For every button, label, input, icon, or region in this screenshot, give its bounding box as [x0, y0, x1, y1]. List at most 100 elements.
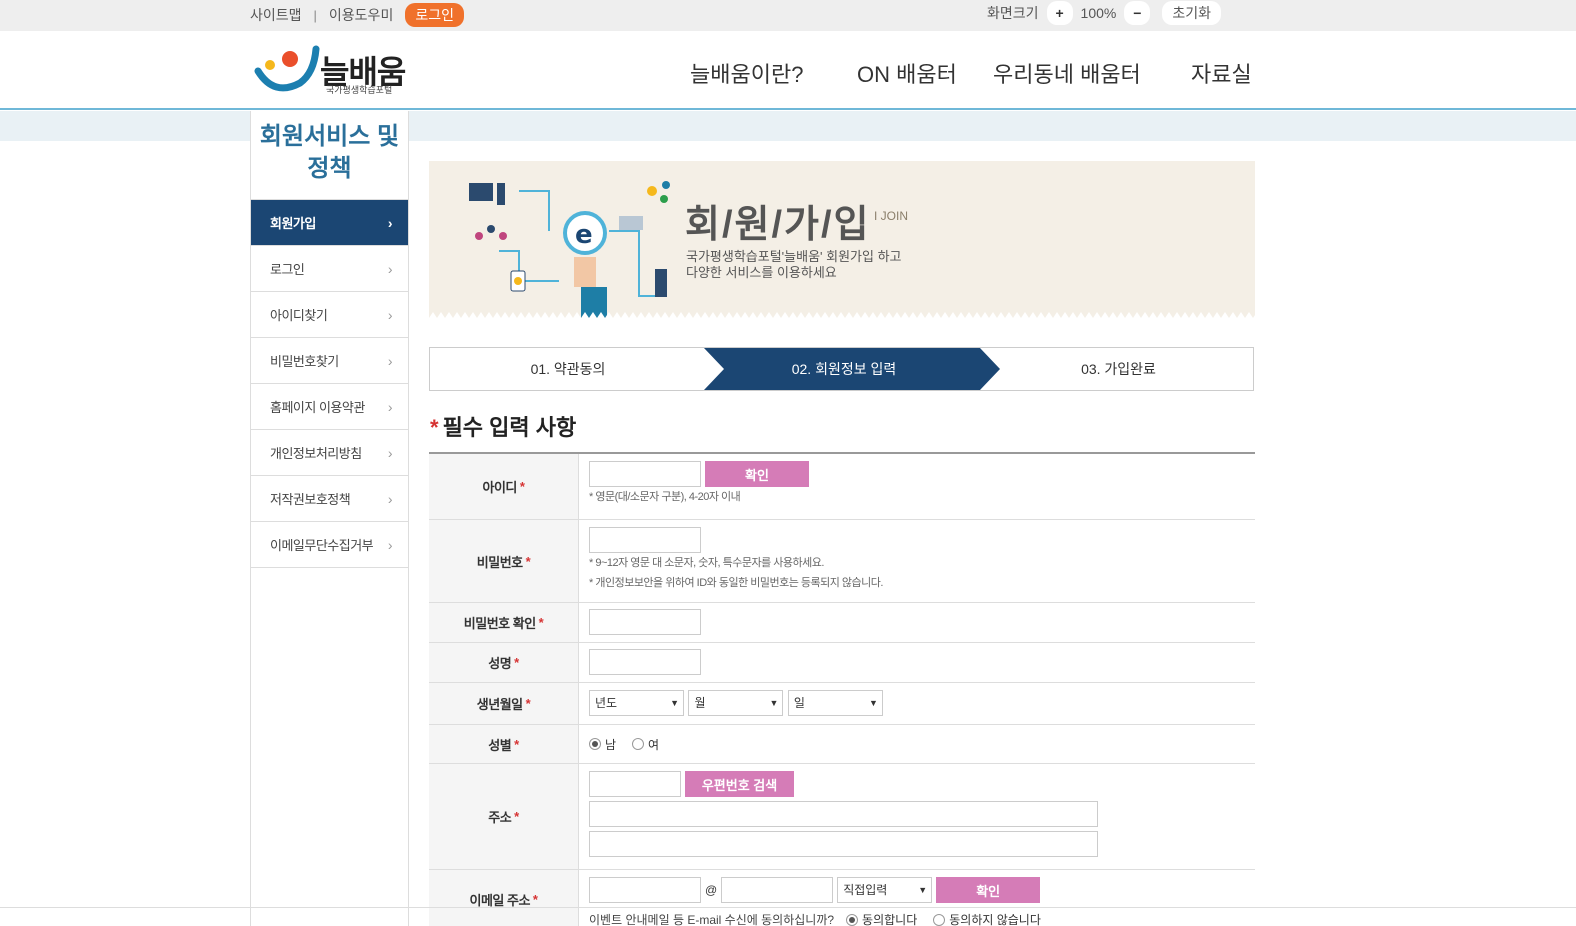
- radio-selected-icon: [846, 913, 859, 926]
- site-logo[interactable]: 늘배움 국가평생학습포털: [254, 43, 414, 99]
- nav-item-about[interactable]: 늘배움이란?: [690, 57, 803, 89]
- password-label: 비밀번호 *: [429, 520, 579, 602]
- zoom-reset-button[interactable]: 초기화: [1162, 1, 1221, 25]
- sitemap-link[interactable]: 사이트맵: [250, 5, 302, 25]
- id-input[interactable]: [589, 461, 701, 487]
- required-star: *: [430, 415, 439, 440]
- name-input[interactable]: [589, 649, 701, 675]
- email-consent-text: 이벤트 안내메일 등 E-mail 수신에 동의하십니까?: [589, 913, 835, 926]
- side-nav-item-label: 아이디찾기: [270, 308, 328, 323]
- password-hint-2: * 개인정보보안을 위하여 ID와 동일한 비밀번호는 등록되지 않습니다.: [589, 577, 883, 589]
- separator: |: [313, 7, 317, 23]
- password-confirm-label-text: 비밀번호 확인: [463, 616, 536, 631]
- dropdown-arrow-icon: ▼: [918, 885, 928, 895]
- side-nav-item-email-refusal[interactable]: 이메일무단수집거부 ›: [251, 522, 408, 568]
- required-mark: *: [519, 479, 525, 494]
- zoom-in-button[interactable]: +: [1046, 1, 1073, 25]
- birth-day-select[interactable]: 일 ▼: [787, 690, 883, 716]
- side-nav-item-label: 저작권보호정책: [270, 492, 351, 507]
- password-cell: * 9~12자 영문 대 소문자, 숫자, 특수문자를 사용하세요. * 개인정…: [579, 520, 1255, 602]
- side-nav-item-label: 로그인: [270, 262, 305, 277]
- email-check-button[interactable]: 확인: [936, 877, 1041, 903]
- chevron-right-icon: ›: [387, 490, 393, 507]
- row-birth: 생년월일 * 년도 ▼ 월 ▼ 일 ▼: [429, 683, 1255, 725]
- birth-year-select[interactable]: 년도 ▼: [589, 690, 684, 716]
- zipcode-search-button[interactable]: 우편번호 검색: [685, 771, 794, 797]
- birth-month-value: 월: [694, 696, 706, 710]
- side-nav-title-line2: 정책: [307, 155, 352, 182]
- banner-join-label: I JOIN: [874, 209, 909, 223]
- side-nav-item-find-id[interactable]: 아이디찾기 ›: [251, 292, 408, 338]
- birth-year-value: 년도: [595, 696, 618, 710]
- side-nav-item-label: 이메일무단수집거부: [270, 538, 374, 553]
- id-hint: * 영문(대/소문자 구분), 4-20자 이내: [589, 491, 741, 503]
- required-mark: *: [525, 553, 531, 569]
- section-title-text: 필수 입력 사항: [442, 415, 577, 440]
- zoom-out-button[interactable]: −: [1124, 1, 1151, 25]
- row-id: 아이디 * 확인 * 영문(대/소문자 구분), 4-20자 이내: [429, 454, 1255, 520]
- side-nav-item-label: 회원가입: [270, 216, 316, 231]
- email-label: 이메일 주소 *: [429, 870, 579, 926]
- gender-female-radio[interactable]: 여: [632, 736, 659, 753]
- name-label: 성명 *: [429, 643, 579, 682]
- nav-item-archive[interactable]: 자료실: [1191, 57, 1252, 89]
- side-nav-item-login[interactable]: 로그인 ›: [251, 246, 408, 292]
- signup-steps: 01. 약관동의 02. 회원정보 입력 03. 가입완료: [429, 347, 1254, 391]
- chevron-right-icon: ›: [387, 306, 393, 323]
- side-nav-title: 회원서비스 및 정책: [251, 111, 408, 199]
- utility-links: 사이트맵 | 이용도우미 로그인: [250, 3, 464, 27]
- email-domain-select[interactable]: 직접입력 ▼: [837, 877, 933, 903]
- nav-item-online[interactable]: ON 배움터: [857, 57, 957, 89]
- gender-label-text: 성별: [488, 737, 512, 753]
- side-nav-item-terms[interactable]: 홈페이지 이용약관 ›: [251, 384, 408, 430]
- address-line2-input[interactable]: [589, 831, 1098, 857]
- login-button[interactable]: 로그인: [405, 3, 464, 27]
- dropdown-arrow-icon: ▼: [670, 698, 679, 708]
- email-domain-select-value: 직접입력: [843, 883, 888, 897]
- zoom-label: 화면크기: [987, 5, 1039, 21]
- svg-text:e: e: [575, 220, 593, 250]
- password-input[interactable]: [589, 527, 701, 553]
- banner-description: 국가평생학습포털'늘배움' 회원가입 하고 다양한 서비스를 이용하세요: [686, 249, 902, 281]
- side-nav-title-line1: 회원서비스 및: [259, 123, 400, 150]
- id-label-text: 아이디: [482, 480, 518, 495]
- side-nav-item-privacy[interactable]: 개인정보처리방침 ›: [251, 430, 408, 476]
- row-email: 이메일 주소 * @ 직접입력 ▼ 확인 이벤트 안내메일 등 E-mail 수신에…: [429, 870, 1255, 926]
- required-mark: *: [514, 809, 519, 824]
- id-check-button[interactable]: 확인: [705, 461, 809, 487]
- password-hint-1: * 9~12자 영문 대 소문자, 숫자, 특수문자를 사용하세요.: [589, 557, 824, 569]
- step-complete: 03. 가입완료: [1081, 361, 1156, 377]
- email-domain-input[interactable]: [721, 877, 834, 903]
- email-agree-radio[interactable]: 동의합니다: [846, 911, 917, 926]
- section-title: * 필수 입력 사항: [430, 410, 576, 442]
- email-id-input[interactable]: [589, 877, 701, 903]
- guide-link[interactable]: 이용도우미: [329, 5, 393, 25]
- zoom-control: 화면크기 + 100% − 초기화: [987, 0, 1221, 26]
- dropdown-arrow-icon: ▼: [769, 698, 779, 708]
- gender-cell: 남 여: [579, 725, 1255, 763]
- row-gender: 성별 * 남 여: [429, 725, 1255, 764]
- gender-male-radio[interactable]: 남: [589, 736, 616, 753]
- gender-female-label: 여: [648, 737, 660, 752]
- chevron-right-icon: ›: [387, 398, 393, 415]
- password-confirm-cell: [579, 603, 1255, 642]
- address-cell: 우편번호 검색: [579, 764, 1255, 869]
- address-line1-input[interactable]: [589, 801, 1098, 827]
- side-nav-list: 회원가입 › 로그인 › 아이디찾기 › 비밀번호찾기 › 홈페이지 이용약관 › 개인정…: [251, 199, 408, 568]
- nav-item-local[interactable]: 우리동네 배움터: [993, 57, 1141, 89]
- zipcode-input[interactable]: [589, 771, 681, 797]
- birth-month-select[interactable]: 월 ▼: [688, 690, 784, 716]
- utility-bar: 사이트맵 | 이용도우미 로그인 화면크기 + 100% − 초기화: [0, 0, 1576, 31]
- side-nav-item-label: 비밀번호찾기: [270, 354, 339, 369]
- side-nav-item-label: 홈페이지 이용약관: [270, 400, 365, 415]
- email-disagree-radio[interactable]: 동의하지 않습니다: [933, 911, 1041, 926]
- side-nav-item-find-password[interactable]: 비밀번호찾기 ›: [251, 338, 408, 384]
- name-label-text: 성명: [488, 656, 512, 671]
- row-address: 주소 * 우편번호 검색: [429, 764, 1255, 870]
- password-confirm-input[interactable]: [589, 609, 701, 635]
- chevron-right-icon: ›: [387, 352, 393, 369]
- radio-unselected-icon: [933, 913, 946, 926]
- required-mark: *: [514, 655, 519, 670]
- side-nav-item-signup[interactable]: 회원가입 ›: [251, 200, 408, 246]
- side-nav-item-copyright[interactable]: 저작권보호정책 ›: [251, 476, 408, 522]
